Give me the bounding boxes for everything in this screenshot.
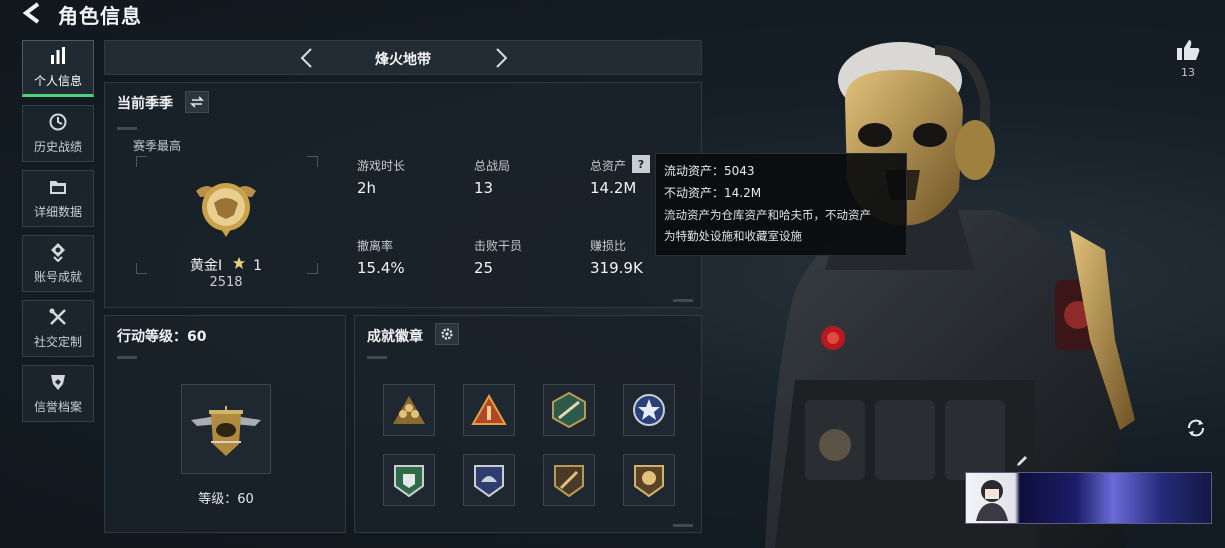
shield-badge-icon [394,465,424,498]
folder-icon [50,181,66,194]
squad-badge-icon [393,396,425,424]
achievement-badge[interactable] [383,454,435,506]
sidebar-item-label: 详细数据 [33,205,82,219]
rank-name: 黄金Ⅰ [190,258,223,274]
sidebar-item-personal-info[interactable]: 个人信息 [22,40,94,97]
page-title: 角色信息 [58,4,142,28]
panel-title: 行动等级：60 [117,329,207,345]
panel-title: 当前季季 [117,96,173,112]
sidebar-item-achievements[interactable]: 账号成就 [22,235,94,292]
rank-points: 2518 [209,275,243,290]
stat-label-total-assets: 总资产 [590,159,627,173]
level-emblem-box[interactable] [181,384,271,474]
achievement-badge[interactable] [543,454,595,506]
stat-label-playtime: 游戏时长 [357,159,406,173]
wrench-cross-icon [49,308,66,325]
stat-value-playtime: 2h [357,179,377,197]
rank-stars: 1 [253,258,262,274]
rotate-icon[interactable] [1185,417,1207,439]
gold-rank-emblem-icon [196,183,256,237]
achievement-badge[interactable] [543,384,595,436]
action-level-panel: 行动等级：60 等级：60 [104,315,346,533]
sidebar: 个人信息 历史战绩 详细数据 账号成就 社交定制 信誉档案 [22,40,96,430]
achievement-badge[interactable] [623,454,675,506]
divider [367,356,387,359]
profile-card-banner[interactable] [965,472,1212,524]
back-arrow-icon[interactable] [22,2,48,24]
edit-pencil-icon[interactable] [1015,454,1029,468]
diamond-medal-icon [51,243,65,262]
divider [117,356,137,359]
achievement-badge[interactable] [463,384,515,436]
asset-info-button[interactable]: ? [632,155,650,173]
stat-value-profit-ratio: 319.9K [590,259,643,277]
shield-heart-icon [51,375,65,390]
stat-label-extract-rate: 撤离率 [357,239,394,253]
sidebar-item-detailed-data[interactable]: 详细数据 [22,170,94,227]
sidebar-item-credit-record[interactable]: 信誉档案 [22,365,94,422]
like-widget[interactable]: 13 [1172,38,1204,79]
bar-chart-icon [51,47,65,64]
tooltip-fixed-assets: 不动资产：14.2M [664,186,762,200]
stat-label-kills: 击败干员 [474,239,523,253]
divider [673,299,693,302]
sidebar-item-label: 信誉档案 [33,400,82,414]
knife-badge-icon [554,465,584,498]
tooltip-description-line2: 为特勤处设施和收藏室设施 [664,229,802,243]
sidebar-item-history[interactable]: 历史战绩 [22,105,94,162]
stat-value-kills: 25 [474,259,494,277]
divider [673,524,693,527]
stat-value-extract-rate: 15.4% [357,259,405,277]
star-wings-badge-icon [633,394,665,426]
stat-label-total-matches: 总战局 [474,159,511,173]
asset-tooltip: 流动资产：5043 不动资产：14.2M 流动资产为仓库资产和哈夫币，不动资产 … [655,153,907,256]
badge-settings-button[interactable] [435,323,459,345]
season-name: 烽火地带 [375,52,431,68]
helicopter-emblem-icon [191,406,261,456]
question-icon: ? [637,157,645,171]
swap-arrows-icon [190,96,204,108]
stat-label-profit-ratio: 赚损比 [590,239,627,253]
clock-icon [49,113,67,131]
stat-value-total-assets: 14.2M [590,179,637,197]
achievement-badge[interactable] [383,384,435,436]
achievement-badge[interactable] [463,454,515,506]
season-selector: 烽火地带 [104,40,702,75]
current-season-panel: 当前季季 赛季最高 黄金Ⅰ 1 2518 游戏时长 2h 总战局 13 总资产 … [104,82,702,308]
rank-row: 黄金Ⅰ 1 [135,255,317,275]
chevron-right-icon[interactable] [492,47,510,69]
tooltip-description-line1: 流动资产为仓库资产和哈夫币，不动资产 [664,208,871,222]
switch-season-button[interactable] [185,91,209,113]
achievement-badges-panel: 成就徽章 [354,315,702,533]
level-text: 等级：60 [198,492,254,507]
divider [117,127,137,130]
avatar [976,480,1008,521]
stat-value-total-matches: 13 [474,179,494,197]
achievement-badge[interactable] [623,384,675,436]
sidebar-item-label: 个人信息 [33,74,82,88]
rifle-badge-icon [552,391,586,429]
panel-title: 成就徽章 [367,329,423,345]
sidebar-item-label: 社交定制 [33,335,82,349]
sidebar-item-social-customize[interactable]: 社交定制 [22,300,94,357]
beast-badge-icon [634,465,664,498]
helmet-badge-icon [474,465,504,498]
sidebar-item-label: 历史战绩 [33,140,82,154]
tooltip-liquid-assets: 流动资产：5043 [664,164,755,178]
sidebar-item-label: 账号成就 [33,270,82,284]
rank-one-badge-icon [471,393,507,425]
season-highest-label: 赛季最高 [133,139,182,153]
like-count: 13 [1181,66,1195,79]
gear-icon [441,328,453,340]
thumbs-up-icon [1177,40,1200,60]
star-icon [231,256,247,270]
